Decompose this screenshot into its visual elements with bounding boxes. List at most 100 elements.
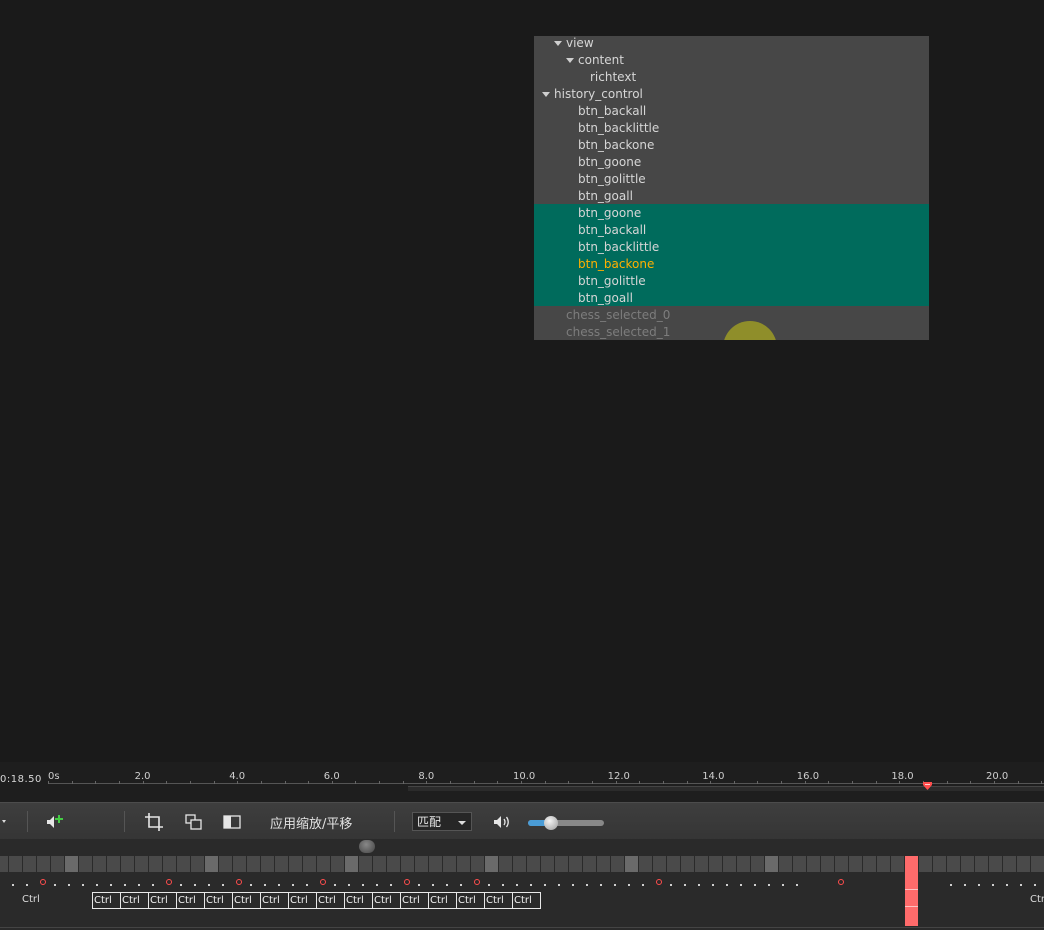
keyframe-dot[interactable] xyxy=(670,884,672,886)
frame-cell[interactable] xyxy=(583,856,596,872)
frame-cell[interactable] xyxy=(765,856,778,872)
frame-cell[interactable] xyxy=(821,856,834,872)
keyframe-dots-row[interactable] xyxy=(0,879,1044,889)
frame-cell[interactable] xyxy=(219,856,232,872)
frame-cell[interactable] xyxy=(261,856,274,872)
ctrl-keyframe-box[interactable]: Ctrl xyxy=(148,892,177,909)
expand-triangle-icon[interactable] xyxy=(566,58,574,63)
frame-cell[interactable] xyxy=(345,856,358,872)
keyframe-dot[interactable] xyxy=(964,884,966,886)
frame-cell[interactable] xyxy=(877,856,890,872)
keyframe-dot[interactable] xyxy=(600,884,602,886)
ctrl-keyframe-box[interactable]: Ctrl xyxy=(316,892,345,909)
keyframe-ring-icon[interactable] xyxy=(404,879,410,885)
overlap-layers-icon[interactable] xyxy=(184,812,204,832)
frame-cell[interactable] xyxy=(373,856,386,872)
keyframe-dot[interactable] xyxy=(96,884,98,886)
frame-cell[interactable] xyxy=(779,856,792,872)
volume-icon[interactable] xyxy=(492,812,512,832)
ctrl-keyframe-box[interactable]: Ctrl xyxy=(344,892,373,909)
frame-cell[interactable] xyxy=(1003,856,1016,872)
timeline-tracks[interactable]: Ctrl Ctrl Ctrl Ctrl Ctrl Ctrl Ctrl Ctrl Ctrl Ctr… xyxy=(0,839,1044,930)
ctrl-keyframe-box[interactable]: Ctrl xyxy=(512,892,541,909)
frame-cell[interactable] xyxy=(93,856,106,872)
frame-cell[interactable] xyxy=(1031,856,1044,872)
keyframe-dot[interactable] xyxy=(712,884,714,886)
keyframe-dot[interactable] xyxy=(418,884,420,886)
frame-cell[interactable] xyxy=(79,856,92,872)
ctrl-keyframe-box[interactable]: Ctrl xyxy=(92,892,121,909)
ctrl-keyframe-box[interactable]: Ctrl xyxy=(400,892,429,909)
frame-cell[interactable] xyxy=(51,856,64,872)
frame-cell[interactable] xyxy=(625,856,638,872)
frame-cell[interactable] xyxy=(527,856,540,872)
tree-item[interactable]: content xyxy=(534,52,929,69)
frame-cell[interactable] xyxy=(275,856,288,872)
ctrl-keyframe-box[interactable]: Ctrl xyxy=(232,892,261,909)
keyframe-ring-icon[interactable] xyxy=(474,879,480,885)
frame-cell[interactable] xyxy=(933,856,946,872)
tree-item[interactable]: history_control xyxy=(534,86,929,103)
tree-item[interactable]: btn_goone xyxy=(534,205,929,222)
keyframe-dot[interactable] xyxy=(138,884,140,886)
keyframe-ring-icon[interactable] xyxy=(40,879,46,885)
keyframe-dot[interactable] xyxy=(768,884,770,886)
frame-cell[interactable] xyxy=(555,856,568,872)
frame-cell[interactable] xyxy=(723,856,736,872)
frame-cell[interactable] xyxy=(121,856,134,872)
keyframe-dot[interactable] xyxy=(796,884,798,886)
frame-cell[interactable] xyxy=(751,856,764,872)
ctrl-keyframe-box[interactable]: Ctrl xyxy=(456,892,485,909)
keyframe-dot[interactable] xyxy=(726,884,728,886)
keyframe-ring-icon[interactable] xyxy=(166,879,172,885)
ctrl-keyframe-box[interactable]: Ctrl xyxy=(484,892,513,909)
keyframe-dot[interactable] xyxy=(1006,884,1008,886)
frame-cell[interactable] xyxy=(611,856,624,872)
frame-cell[interactable] xyxy=(429,856,442,872)
volume-slider-handle[interactable] xyxy=(543,816,558,830)
frame-cell[interactable] xyxy=(849,856,862,872)
frame-cell[interactable] xyxy=(177,856,190,872)
frame-cell[interactable] xyxy=(37,856,50,872)
tree-item[interactable]: btn_goone xyxy=(534,154,929,171)
tree-item[interactable]: btn_golittle xyxy=(534,171,929,188)
ctrl-keyframe-box[interactable]: Ctrl xyxy=(176,892,205,909)
keyframe-dot[interactable] xyxy=(432,884,434,886)
keyframe-dot[interactable] xyxy=(306,884,308,886)
keyframe-dot[interactable] xyxy=(1034,884,1036,886)
keyframe-dot[interactable] xyxy=(292,884,294,886)
tree-item[interactable]: btn_backall xyxy=(534,222,929,239)
timeline-ruler[interactable]: 0:18.50 0s 2.0 4.0 6.0 8.0 10.0 12.0 14.0 16.0 18… xyxy=(0,762,1044,802)
keyframe-dot[interactable] xyxy=(544,884,546,886)
keyframe-dot[interactable] xyxy=(278,884,280,886)
frame-cell[interactable] xyxy=(1017,856,1030,872)
keyframe-dot[interactable] xyxy=(222,884,224,886)
playhead-marker-icon[interactable] xyxy=(923,782,932,790)
keyframe-ring-icon[interactable] xyxy=(236,879,242,885)
keyframe-dot[interactable] xyxy=(446,884,448,886)
keyframe-dot[interactable] xyxy=(26,884,28,886)
ctrl-keyframe-box[interactable]: Ctrl xyxy=(428,892,457,909)
frame-cell[interactable] xyxy=(947,856,960,872)
tree-item[interactable]: btn_backlittle xyxy=(534,239,929,256)
keyframe-dot[interactable] xyxy=(68,884,70,886)
keyframe-dot[interactable] xyxy=(264,884,266,886)
frame-cell[interactable] xyxy=(989,856,1002,872)
fit-mode-select[interactable]: 匹配 xyxy=(412,812,472,831)
frame-cell-row[interactable] xyxy=(0,856,1044,872)
keyframe-dot[interactable] xyxy=(614,884,616,886)
tree-item[interactable]: btn_backlittle xyxy=(534,120,929,137)
frame-cell[interactable] xyxy=(401,856,414,872)
frame-cell[interactable] xyxy=(653,856,666,872)
frame-cell[interactable] xyxy=(681,856,694,872)
keyframe-dot[interactable] xyxy=(194,884,196,886)
tree-item[interactable]: btn_backall xyxy=(534,103,929,120)
keyframe-dot[interactable] xyxy=(992,884,994,886)
ctrl-keyframe-box[interactable]: Ctrl xyxy=(288,892,317,909)
frame-cell[interactable] xyxy=(793,856,806,872)
keyframe-dot[interactable] xyxy=(978,884,980,886)
keyframe-dot[interactable] xyxy=(362,884,364,886)
tree-item[interactable]: btn_goall xyxy=(534,290,929,307)
keyframe-dot[interactable] xyxy=(1020,884,1022,886)
expand-triangle-icon[interactable] xyxy=(542,92,550,97)
